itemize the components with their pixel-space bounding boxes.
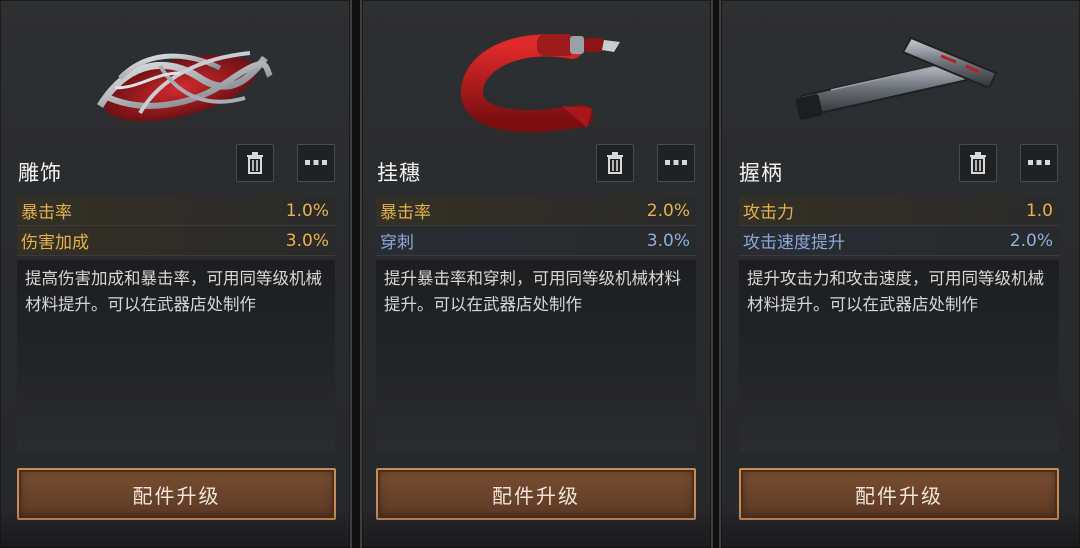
item-name: 挂穗 [377,161,421,185]
item-name: 握柄 [739,161,783,185]
stat-label: 暴击率 [21,203,72,223]
red-tassel-icon [460,34,620,132]
stat-value: 1.0 [1025,200,1053,221]
more-options-button[interactable] [1020,144,1058,182]
stat-value: 3.0% [285,230,329,251]
stat-row: 伤害加成 3.0% [17,226,335,256]
item-description: 提高伤害加成和暴击率，可用同等级机械材料提升。可以在武器店处制作 [17,260,335,452]
more-options-button[interactable] [657,144,695,182]
more-dots-icon [665,160,687,165]
stat-list: 暴击率 2.0% 穿刺 3.0% [376,196,696,256]
stat-label: 暴击率 [380,203,431,223]
delete-button[interactable] [596,144,634,182]
ornament-carving-icon [97,51,273,122]
item-description: 提升攻击力和攻击速度，可用同等级机械材料提升。可以在武器店处制作 [739,260,1059,452]
stat-label: 穿刺 [380,233,414,253]
stat-row: 穿刺 3.0% [376,226,696,256]
stat-value: 1.0% [285,200,329,221]
accessory-card: 挂穗 暴击率 2.0% 穿刺 3.0% 提升暴击率和穿刺，可用同等级机械材料提升… [360,0,713,548]
upgrade-button[interactable]: 配件升级 [376,468,696,520]
delete-button[interactable] [959,144,997,182]
more-dots-icon [1028,160,1050,165]
stat-value: 2.0% [1009,230,1053,251]
stat-list: 暴击率 1.0% 伤害加成 3.0% [17,196,335,256]
stat-row: 暴击率 1.0% [17,196,335,226]
more-options-button[interactable] [297,144,335,182]
upgrade-button[interactable]: 配件升级 [17,468,336,520]
stat-label: 伤害加成 [21,233,89,253]
delete-button[interactable] [236,144,274,182]
item-description: 提升暴击率和穿刺，可用同等级机械材料提升。可以在武器店处制作 [376,260,696,452]
stat-value: 3.0% [646,230,690,251]
item-name: 雕饰 [18,161,62,185]
upgrade-button[interactable]: 配件升级 [739,468,1059,520]
stat-list: 攻击力 1.0 攻击速度提升 2.0% [739,196,1059,256]
stat-label: 攻击速度提升 [743,233,845,253]
stat-value: 2.0% [646,200,690,221]
trash-icon [970,152,986,174]
accessory-card: 握柄 攻击力 1.0 攻击速度提升 2.0% 提升攻击力和攻击速度，可用同等级机… [719,0,1080,548]
stat-row: 暴击率 2.0% [376,196,696,226]
stat-label: 攻击力 [743,203,794,223]
metal-grip-icon [795,36,998,120]
stat-row: 攻击力 1.0 [739,196,1059,226]
trash-icon [247,152,263,174]
accessory-card: 雕饰 暴击率 1.0% 伤害加成 3.0% 提高伤害加成和暴击率，可用同等级机械… [0,0,352,548]
more-dots-icon [305,160,327,165]
trash-icon [607,152,623,174]
stat-row: 攻击速度提升 2.0% [739,226,1059,256]
